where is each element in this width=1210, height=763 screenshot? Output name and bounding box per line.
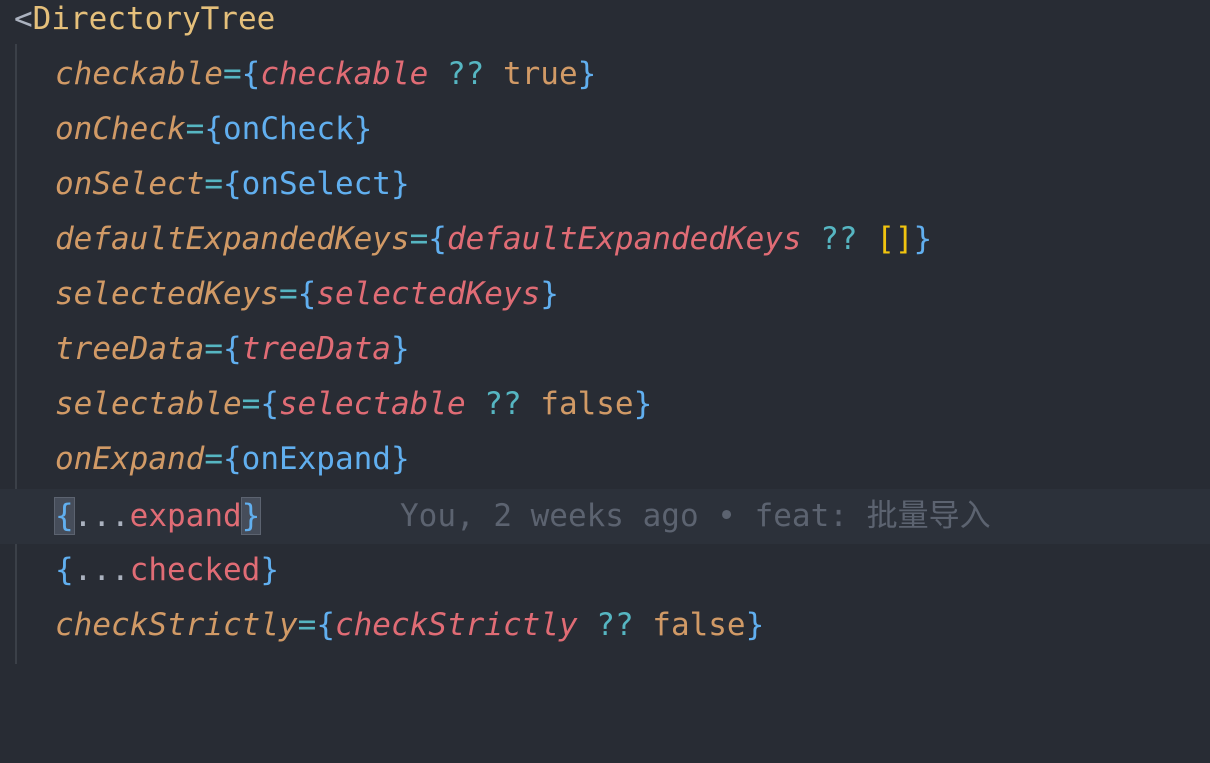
- fallback-value: false: [540, 386, 634, 422]
- line-content: selectedKeys={selectedKeys}: [55, 267, 559, 322]
- expression-function: onSelect: [241, 166, 391, 202]
- code-line-spread-expand[interactable]: {...expand} You, 2 weeks ago • feat: 批量导…: [0, 489, 1210, 544]
- code-editor[interactable]: <DirectoryTree checkable={checkable ?? t…: [0, 0, 1210, 664]
- expression-function: onExpand: [241, 441, 391, 477]
- line-content: defaultExpandedKeys={defaultExpandedKeys…: [55, 212, 932, 267]
- code-line-checkable[interactable]: checkable={checkable ?? true}: [0, 47, 1210, 102]
- code-line-default-expanded-keys[interactable]: defaultExpandedKeys={defaultExpandedKeys…: [0, 212, 1210, 267]
- prop-name: defaultExpandedKeys: [55, 221, 410, 257]
- close-brace: }: [913, 221, 933, 257]
- prop-name: checkStrictly: [55, 607, 298, 643]
- code-line-check-strictly[interactable]: checkStrictly={checkStrictly ?? false}: [0, 598, 1210, 653]
- expression-variable: treeData: [241, 331, 391, 367]
- prop-name: onCheck: [55, 111, 186, 147]
- close-brace: }: [577, 56, 597, 92]
- expression-variable: checked: [129, 552, 261, 588]
- line-content: <DirectoryTree: [14, 0, 275, 47]
- equals-sign: =: [185, 111, 205, 147]
- expression-variable: selectable: [278, 386, 466, 422]
- close-brace: }: [540, 276, 559, 312]
- code-line-directory-tree[interactable]: <DirectoryTree: [0, 0, 1210, 47]
- line-content: onExpand={onExpand}: [55, 432, 410, 487]
- nullish-operator: ??: [465, 386, 541, 422]
- open-brace: {: [316, 607, 335, 643]
- open-brace: {: [204, 111, 223, 147]
- close-brace-matched: }: [240, 497, 262, 535]
- nullish-operator: ??: [801, 221, 877, 257]
- open-brace-matched: {: [54, 497, 75, 535]
- open-brace: {: [241, 56, 261, 92]
- close-brace: }: [390, 441, 410, 477]
- open-brace: {: [55, 552, 74, 588]
- tag-open-bracket: <: [14, 1, 33, 37]
- prop-name: selectable: [55, 386, 242, 422]
- equals-sign: =: [241, 386, 261, 422]
- code-line-tree-data[interactable]: treeData={treeData}: [0, 322, 1210, 377]
- nullish-operator: ??: [428, 56, 503, 92]
- open-brace: {: [222, 441, 242, 477]
- close-brace: }: [390, 166, 410, 202]
- prop-name: onExpand: [55, 441, 205, 477]
- line-content: checkable={checkable ?? true}: [55, 47, 596, 102]
- line-content: {...checked}: [55, 543, 279, 598]
- code-line-selectable[interactable]: selectable={selectable ?? false}: [0, 377, 1210, 432]
- close-brace: }: [390, 331, 410, 367]
- spread-operator: ...: [73, 552, 130, 588]
- prop-name: checkable: [55, 56, 223, 92]
- equals-sign: =: [204, 331, 223, 367]
- equals-sign: =: [204, 441, 223, 477]
- equals-sign: =: [278, 276, 298, 312]
- code-line-on-check[interactable]: onCheck={onCheck}: [0, 102, 1210, 157]
- expression-variable: checkStrictly: [334, 607, 578, 643]
- equals-sign: =: [409, 221, 429, 257]
- expression-function: onCheck: [223, 111, 354, 147]
- open-brace: {: [222, 166, 242, 202]
- empty-array-literal: []: [876, 221, 914, 257]
- expression-variable: expand: [129, 498, 242, 534]
- close-brace: }: [353, 111, 373, 147]
- code-line-selected-keys[interactable]: selectedKeys={selectedKeys}: [0, 267, 1210, 322]
- open-brace: {: [428, 221, 447, 257]
- close-brace: }: [745, 607, 765, 643]
- expression-variable: selectedKeys: [316, 276, 541, 312]
- close-brace: }: [633, 386, 653, 422]
- spread-operator: ...: [73, 498, 130, 534]
- code-line-spread-checked[interactable]: {...checked}: [0, 543, 1210, 598]
- nullish-operator: ??: [577, 607, 653, 643]
- equals-sign: =: [297, 607, 317, 643]
- code-line-on-expand[interactable]: onExpand={onExpand}: [0, 432, 1210, 487]
- line-content: treeData={treeData}: [55, 322, 410, 377]
- equals-sign: =: [204, 166, 223, 202]
- expression-variable: defaultExpandedKeys: [446, 221, 802, 257]
- line-content: checkStrictly={checkStrictly ?? false}: [55, 598, 764, 653]
- expression-variable: checkable: [260, 56, 429, 92]
- prop-name: selectedKeys: [55, 276, 279, 312]
- prop-name: onSelect: [55, 166, 205, 202]
- git-blame-annotation[interactable]: You, 2 weeks ago • feat: 批量导入: [400, 489, 991, 544]
- component-name: DirectoryTree: [32, 1, 276, 37]
- prop-name: treeData: [55, 331, 205, 367]
- fallback-value: true: [502, 56, 578, 92]
- line-content: selectable={selectable ?? false}: [55, 377, 652, 432]
- line-content: onCheck={onCheck}: [55, 102, 372, 157]
- line-content: {...expand}: [54, 489, 262, 544]
- fallback-value: false: [652, 607, 746, 643]
- line-content: onSelect={onSelect}: [55, 157, 410, 212]
- code-line-on-select[interactable]: onSelect={onSelect}: [0, 157, 1210, 212]
- open-brace: {: [297, 276, 317, 312]
- open-brace: {: [260, 386, 279, 422]
- close-brace: }: [260, 552, 279, 588]
- open-brace: {: [222, 331, 242, 367]
- equals-sign: =: [222, 56, 242, 92]
